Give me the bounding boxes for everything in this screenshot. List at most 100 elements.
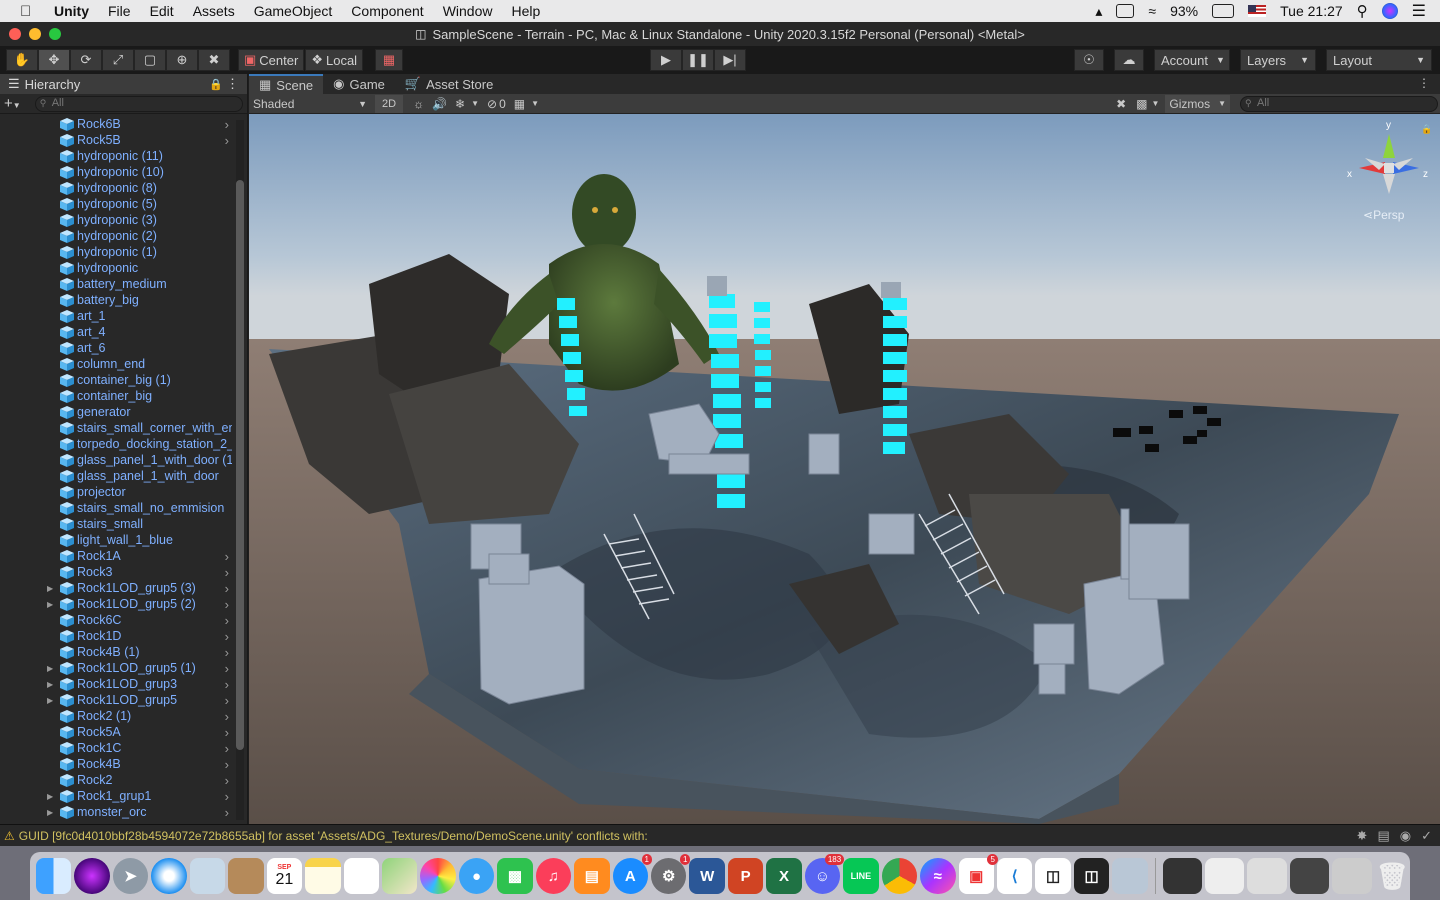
prefab-open-chevron-icon[interactable]: ›: [225, 629, 229, 644]
panel-menu-icon[interactable]: ⋮: [226, 76, 239, 92]
hierarchy-item[interactable]: container_big: [0, 388, 233, 404]
hierarchy-item[interactable]: container_big (1): [0, 372, 233, 388]
reminders-icon[interactable]: [343, 858, 379, 894]
panel-menu-icon[interactable]: ⋮: [1418, 76, 1430, 90]
pause-button[interactable]: ❚❚: [682, 49, 714, 71]
hand-tool-button[interactable]: ✋: [6, 49, 38, 71]
hierarchy-item[interactable]: ▶ Rock1LOD_grup5 (3) ›: [0, 580, 233, 596]
prefab-open-chevron-icon[interactable]: ›: [225, 549, 229, 564]
minimized-window-icon[interactable]: [1205, 858, 1245, 894]
chrome-icon[interactable]: [881, 858, 918, 894]
prefab-open-chevron-icon[interactable]: ›: [225, 725, 229, 740]
hierarchy-item[interactable]: Rock5A ›: [0, 724, 233, 740]
camera-dropdown[interactable]: ▩ ▼: [1132, 95, 1163, 113]
account-dropdown[interactable]: Account ▼: [1154, 49, 1230, 71]
music-icon[interactable]: ♫: [535, 858, 572, 894]
hierarchy-item[interactable]: art_1: [0, 308, 233, 324]
hierarchy-item[interactable]: Rock4B (1) ›: [0, 644, 233, 660]
facetime-icon[interactable]: ▩: [497, 858, 533, 894]
console-status-bar[interactable]: ⚠ GUID [9fc0d4010bbf28b4594072e72b8655ab…: [0, 824, 1440, 846]
line-icon[interactable]: LINE: [843, 858, 879, 894]
projection-toggle[interactable]: ⋖Persp: [1363, 208, 1404, 222]
hierarchy-item[interactable]: ▶ Rock1LOD_grup3 ›: [0, 676, 233, 692]
minimized-window-icon[interactable]: [1332, 858, 1372, 894]
clock[interactable]: Tue 21:27: [1280, 3, 1343, 19]
office-icon[interactable]: ▣ 5: [958, 854, 998, 894]
hierarchy-item[interactable]: hydroponic: [0, 260, 233, 276]
books-icon[interactable]: ▤: [574, 858, 610, 894]
scene-search-input[interactable]: ⚲ All: [1240, 95, 1438, 112]
draw-mode-dropdown[interactable]: Shaded ▼: [249, 95, 371, 113]
hierarchy-item[interactable]: ▶ Rock1_grup1 ›: [0, 788, 233, 804]
minimized-window-icon[interactable]: [1162, 858, 1203, 894]
launchpad-icon[interactable]: ➤: [112, 858, 149, 894]
hierarchy-item[interactable]: Rock2 (1) ›: [0, 708, 233, 724]
pivot-space-toggle[interactable]: ❖ Local: [305, 49, 364, 71]
hierarchy-item[interactable]: stairs_small_corner_with_em: [0, 420, 233, 436]
layout-dropdown[interactable]: Layout ▼: [1326, 49, 1432, 71]
step-button[interactable]: ▶|: [714, 49, 746, 71]
system-preferences-icon[interactable]: ⚙ 1: [651, 854, 691, 894]
hierarchy-item[interactable]: stairs_small: [0, 516, 233, 532]
collab-button[interactable]: ☉: [1074, 49, 1104, 71]
prefab-open-chevron-icon[interactable]: ›: [225, 613, 229, 628]
rect-tool-button[interactable]: ▢: [134, 49, 166, 71]
scale-tool-button[interactable]: ⤢: [102, 49, 134, 71]
hierarchy-item[interactable]: Rock6C ›: [0, 612, 233, 628]
hierarchy-item[interactable]: generator: [0, 404, 233, 420]
move-tool-button[interactable]: ✥: [38, 49, 70, 71]
control-center-icon[interactable]: ☰: [1412, 1, 1426, 21]
cache-server-icon[interactable]: ✓: [1421, 828, 1432, 844]
menu-file[interactable]: File: [108, 3, 131, 19]
hierarchy-item[interactable]: hydroponic (5): [0, 196, 233, 212]
prefab-open-chevron-icon[interactable]: ›: [225, 741, 229, 756]
hierarchy-item[interactable]: light_wall_1_blue: [0, 532, 233, 548]
menu-window[interactable]: Window: [443, 3, 493, 19]
hierarchy-item[interactable]: Rock3 ›: [0, 564, 233, 580]
hierarchy-item[interactable]: torpedo_docking_station_2_: [0, 436, 233, 452]
hierarchy-item[interactable]: projector: [0, 484, 233, 500]
zoom-window-button[interactable]: [49, 28, 61, 40]
prefab-open-chevron-icon[interactable]: ›: [225, 709, 229, 724]
hierarchy-item[interactable]: ▶ monster_orc ›: [0, 804, 233, 820]
menu-assets[interactable]: Assets: [193, 3, 235, 19]
menu-extra-icon[interactable]: [1116, 4, 1135, 18]
hierarchy-item[interactable]: Rock1C ›: [0, 740, 233, 756]
hierarchy-item[interactable]: glass_panel_1_with_door (1): [0, 452, 233, 468]
tab-hierarchy[interactable]: ☰ Hierarchy 🔒 ⋮: [0, 74, 247, 94]
scene-viewport[interactable]: y x z 🔒 ⋖Persp: [249, 114, 1440, 824]
prefab-open-chevron-icon[interactable]: ›: [225, 805, 229, 820]
lock-icon[interactable]: 🔒: [1421, 124, 1432, 135]
hierarchy-item[interactable]: Rock2 ›: [0, 772, 233, 788]
menu-gameobject[interactable]: GameObject: [254, 3, 333, 19]
flag-icon[interactable]: [1248, 5, 1267, 17]
tab-scene[interactable]: ▦ Scene: [249, 74, 324, 94]
app-store-icon[interactable]: A1: [612, 854, 652, 894]
hierarchy-item[interactable]: hydroponic (1): [0, 244, 233, 260]
prefab-open-chevron-icon[interactable]: ›: [225, 757, 229, 772]
hierarchy-item[interactable]: hydroponic (11): [0, 148, 233, 164]
tab-asset-store[interactable]: 🛒 Asset Store: [395, 74, 503, 94]
hierarchy-item[interactable]: battery_big: [0, 292, 233, 308]
battery-icon[interactable]: [1212, 4, 1235, 18]
minimized-window-icon[interactable]: [1289, 858, 1330, 894]
effects-dropdown[interactable]: ❄ ▼: [451, 95, 483, 113]
hierarchy-scrollbar[interactable]: [236, 120, 244, 820]
scrollbar-thumb[interactable]: [236, 180, 244, 750]
hierarchy-item[interactable]: art_4: [0, 324, 233, 340]
expand-arrow-icon[interactable]: ▶: [47, 696, 57, 705]
expand-arrow-icon[interactable]: ▶: [47, 792, 57, 801]
prefab-open-chevron-icon[interactable]: ›: [225, 133, 229, 148]
gizmos-dropdown[interactable]: Gizmos ▼: [1165, 94, 1230, 113]
auto-gen-lighting-icon[interactable]: ◉: [1400, 828, 1411, 844]
powerpoint-icon[interactable]: P: [727, 858, 764, 894]
debug-bug-icon[interactable]: ✸: [1357, 828, 1368, 844]
expand-arrow-icon[interactable]: ▶: [47, 680, 57, 689]
snap-grid-button[interactable]: ▦: [375, 49, 404, 71]
hierarchy-item[interactable]: hydroponic (2): [0, 228, 233, 244]
custom-tool-button[interactable]: ✖: [198, 49, 230, 71]
close-window-button[interactable]: [9, 28, 21, 40]
progress-icon[interactable]: ▤: [1377, 828, 1389, 844]
spotlight-search-icon[interactable]: ⚲: [1357, 2, 1368, 20]
notes-icon[interactable]: [305, 858, 341, 894]
